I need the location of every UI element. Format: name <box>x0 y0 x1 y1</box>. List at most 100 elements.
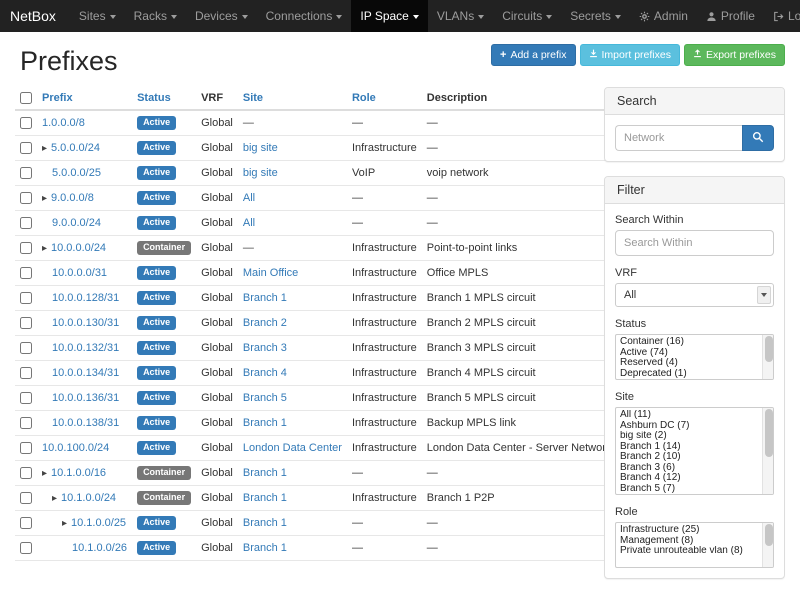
search-input[interactable] <box>615 125 742 151</box>
nav-menu-item[interactable]: Circuits <box>493 0 561 32</box>
site-multiselect[interactable]: All (11) Ashburn DC (7) big site (2) Bra… <box>615 407 774 495</box>
row-checkbox[interactable] <box>20 517 32 529</box>
nav-menu-item[interactable]: Sites <box>70 0 125 32</box>
prefix-link[interactable]: 10.0.100.0/24 <box>42 442 109 454</box>
expand-caret-icon[interactable] <box>42 143 51 154</box>
prefix-link[interactable]: 10.0.0.134/31 <box>52 367 119 379</box>
site-link[interactable]: Branch 5 <box>243 392 287 404</box>
status-multiselect[interactable]: Container (16) Active (74) Reserved (4) … <box>615 334 774 380</box>
column-header-prefix[interactable]: Prefix <box>37 87 132 110</box>
expand-caret-icon[interactable] <box>52 493 61 504</box>
admin-link[interactable]: Admin <box>630 0 697 32</box>
role-option[interactable]: Private unrouteable vlan (8) <box>620 546 759 557</box>
prefix-link[interactable]: 1.0.0.0/8 <box>42 117 85 129</box>
expand-caret-icon[interactable] <box>42 243 51 254</box>
site-link[interactable]: Branch 2 <box>243 317 287 329</box>
prefix-link[interactable]: 10.1.0.0/26 <box>72 542 127 554</box>
site-option[interactable]: Ashburn DC (7) <box>620 421 759 432</box>
nav-menu-item[interactable]: VLANs <box>428 0 493 32</box>
site-link[interactable]: London Data Center <box>243 442 342 454</box>
row-checkbox[interactable] <box>20 167 32 179</box>
profile-link[interactable]: Profile <box>697 0 764 32</box>
row-checkbox[interactable] <box>20 142 32 154</box>
prefix-link[interactable]: 9.0.0.0/24 <box>52 217 101 229</box>
site-link[interactable]: All <box>243 192 255 204</box>
prefix-link[interactable]: 10.1.0.0/25 <box>71 517 126 529</box>
add-prefix-button[interactable]: + Add a prefix <box>491 44 575 66</box>
row-checkbox[interactable] <box>20 317 32 329</box>
prefix-link[interactable]: 10.0.0.0/31 <box>52 267 107 279</box>
import-prefixes-button[interactable]: Import prefixes <box>580 44 680 66</box>
select-all-checkbox[interactable] <box>20 92 32 104</box>
nav-menu-item[interactable]: Secrets <box>561 0 630 32</box>
prefix-link[interactable]: 5.0.0.0/24 <box>51 142 100 154</box>
scrollbar[interactable] <box>762 335 773 379</box>
nav-menu-item[interactable]: Connections <box>257 0 352 32</box>
nav-menu-item[interactable]: Devices <box>186 0 257 32</box>
row-checkbox[interactable] <box>20 417 32 429</box>
site-link[interactable]: Main Office <box>243 267 298 279</box>
prefix-link[interactable]: 5.0.0.0/25 <box>52 167 101 179</box>
site-option[interactable]: Branch 5 (7) <box>620 484 759 495</box>
nav-menu-item[interactable]: IP Space <box>351 0 427 32</box>
expand-caret-icon[interactable] <box>42 193 51 204</box>
vrf-select[interactable]: All <box>615 283 774 307</box>
nav-menu-item[interactable]: Racks <box>125 0 186 32</box>
row-checkbox[interactable] <box>20 392 32 404</box>
prefix-link[interactable]: 10.1.0.0/16 <box>51 467 106 479</box>
site-link[interactable]: Branch 1 <box>243 542 287 554</box>
prefix-link[interactable]: 10.0.0.138/31 <box>52 417 119 429</box>
site-link[interactable]: — <box>243 242 254 254</box>
site-link[interactable]: Branch 1 <box>243 517 287 529</box>
row-checkbox[interactable] <box>20 442 32 454</box>
status-option[interactable]: Active (74) <box>620 348 759 359</box>
row-checkbox[interactable] <box>20 342 32 354</box>
search-within-input[interactable] <box>615 230 774 256</box>
site-link[interactable]: Branch 1 <box>243 467 287 479</box>
prefix-link[interactable]: 9.0.0.0/8 <box>51 192 94 204</box>
site-option[interactable]: All (11) <box>620 410 759 421</box>
logout-link[interactable]: Log out <box>764 0 800 32</box>
site-link[interactable]: big site <box>243 142 278 154</box>
row-checkbox[interactable] <box>20 192 32 204</box>
expand-caret-icon[interactable] <box>62 518 71 529</box>
site-option[interactable]: big site (2) <box>620 431 759 442</box>
role-option[interactable]: Management (8) <box>620 536 759 547</box>
row-checkbox[interactable] <box>20 367 32 379</box>
prefix-link[interactable]: 10.1.0.0/24 <box>61 492 116 504</box>
row-checkbox[interactable] <box>20 242 32 254</box>
site-option[interactable]: Branch 2 (10) <box>620 452 759 463</box>
row-checkbox[interactable] <box>20 267 32 279</box>
row-checkbox[interactable] <box>20 292 32 304</box>
site-link[interactable]: Branch 1 <box>243 492 287 504</box>
site-link[interactable]: big site <box>243 167 278 179</box>
row-checkbox[interactable] <box>20 217 32 229</box>
export-prefixes-button[interactable]: Export prefixes <box>684 44 785 66</box>
row-checkbox[interactable] <box>20 542 32 554</box>
row-checkbox[interactable] <box>20 492 32 504</box>
netbox-brand[interactable]: NetBox <box>0 0 70 32</box>
site-option[interactable]: CSO 1 (4) <box>620 494 759 495</box>
site-link[interactable]: — <box>243 117 254 129</box>
role-multiselect[interactable]: Infrastructure (25) Management (8) Priva… <box>615 522 774 568</box>
status-option[interactable]: Deprecated (1) <box>620 369 759 380</box>
expand-caret-icon[interactable] <box>42 468 51 479</box>
prefix-link[interactable]: 10.0.0.0/24 <box>51 242 106 254</box>
column-header-role[interactable]: Role <box>347 87 422 110</box>
scrollbar[interactable] <box>762 408 773 494</box>
prefix-link[interactable]: 10.0.0.128/31 <box>52 292 119 304</box>
role-option[interactable]: Infrastructure (25) <box>620 525 759 536</box>
site-link[interactable]: Branch 4 <box>243 367 287 379</box>
column-header-status[interactable]: Status <box>132 87 196 110</box>
prefix-link[interactable]: 10.0.0.136/31 <box>52 392 119 404</box>
site-link[interactable]: Branch 1 <box>243 292 287 304</box>
site-option[interactable]: Branch 1 (14) <box>620 442 759 453</box>
column-header-site[interactable]: Site <box>238 87 347 110</box>
site-link[interactable]: All <box>243 217 255 229</box>
search-button[interactable] <box>742 125 774 151</box>
prefix-link[interactable]: 10.0.0.132/31 <box>52 342 119 354</box>
status-option[interactable]: Container (16) <box>620 337 759 348</box>
site-option[interactable]: Branch 3 (6) <box>620 463 759 474</box>
site-option[interactable]: Branch 4 (12) <box>620 473 759 484</box>
scrollbar[interactable] <box>762 523 773 567</box>
